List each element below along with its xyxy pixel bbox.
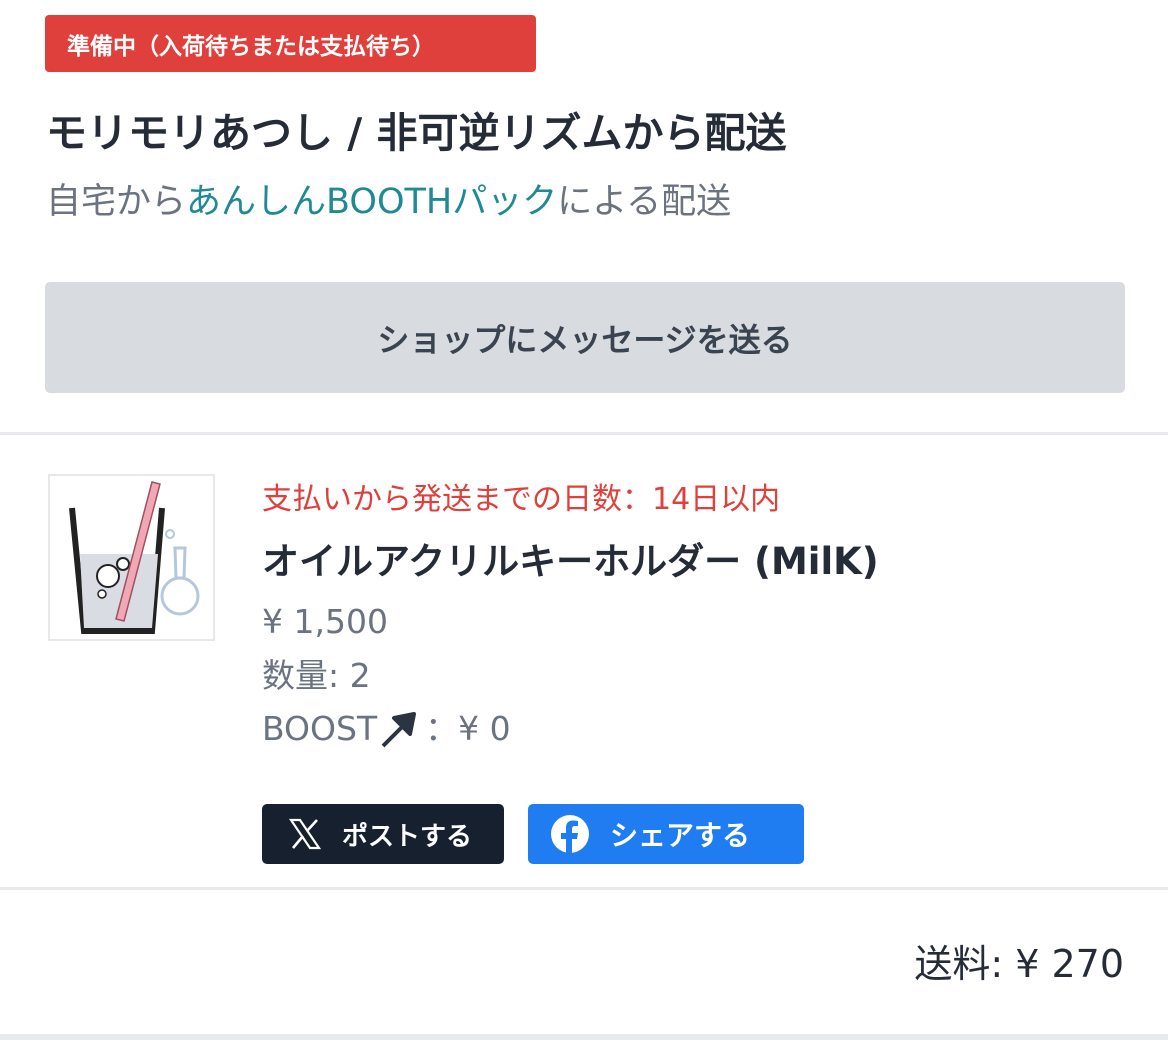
shipping-suffix: による配送 <box>557 182 732 222</box>
divider <box>0 887 1168 890</box>
shipping-fee: 送料: ¥ 270 <box>914 942 1124 986</box>
divider <box>0 1034 1168 1040</box>
post-to-x-label: ポストする <box>342 821 473 852</box>
item-thumbnail[interactable] <box>48 474 215 641</box>
shipping-method: 自宅からあんしんBOOTHパックによる配送 <box>46 173 731 231</box>
divider <box>0 432 1168 435</box>
post-to-x-button[interactable]: ポストする <box>262 804 504 864</box>
boost-arrow-icon <box>381 712 417 748</box>
item-quantity: 数量: 2 <box>262 656 371 695</box>
boost-row: BOOST ：¥ 0 <box>262 704 511 754</box>
send-message-button[interactable]: ショップにメッセージを送る <box>45 282 1125 393</box>
item-price: ¥ 1,500 <box>262 602 388 641</box>
status-badge: 準備中（入荷待ちまたは支払待ち） <box>45 15 536 72</box>
anshin-booth-pack-link[interactable]: あんしんBOOTHパック <box>186 182 557 222</box>
shop-title: モリモリあつし / 非可逆リズムから配送 <box>46 109 787 157</box>
boost-value: ：¥ 0 <box>425 709 511 748</box>
acrylic-keychain-glass-image <box>69 481 200 634</box>
facebook-logo-icon <box>551 815 589 854</box>
share-facebook-button[interactable]: シェアする <box>528 804 804 864</box>
boost-label: BOOST <box>262 709 378 748</box>
item-name[interactable]: オイルアクリルキーホルダー (MilK) <box>262 534 879 590</box>
shipping-prefix: 自宅から <box>46 182 187 222</box>
lead-time-notice: 支払いから発送までの日数：14日以内 <box>262 482 781 517</box>
share-facebook-label: シェアする <box>610 819 751 852</box>
x-logo-icon <box>288 818 322 850</box>
